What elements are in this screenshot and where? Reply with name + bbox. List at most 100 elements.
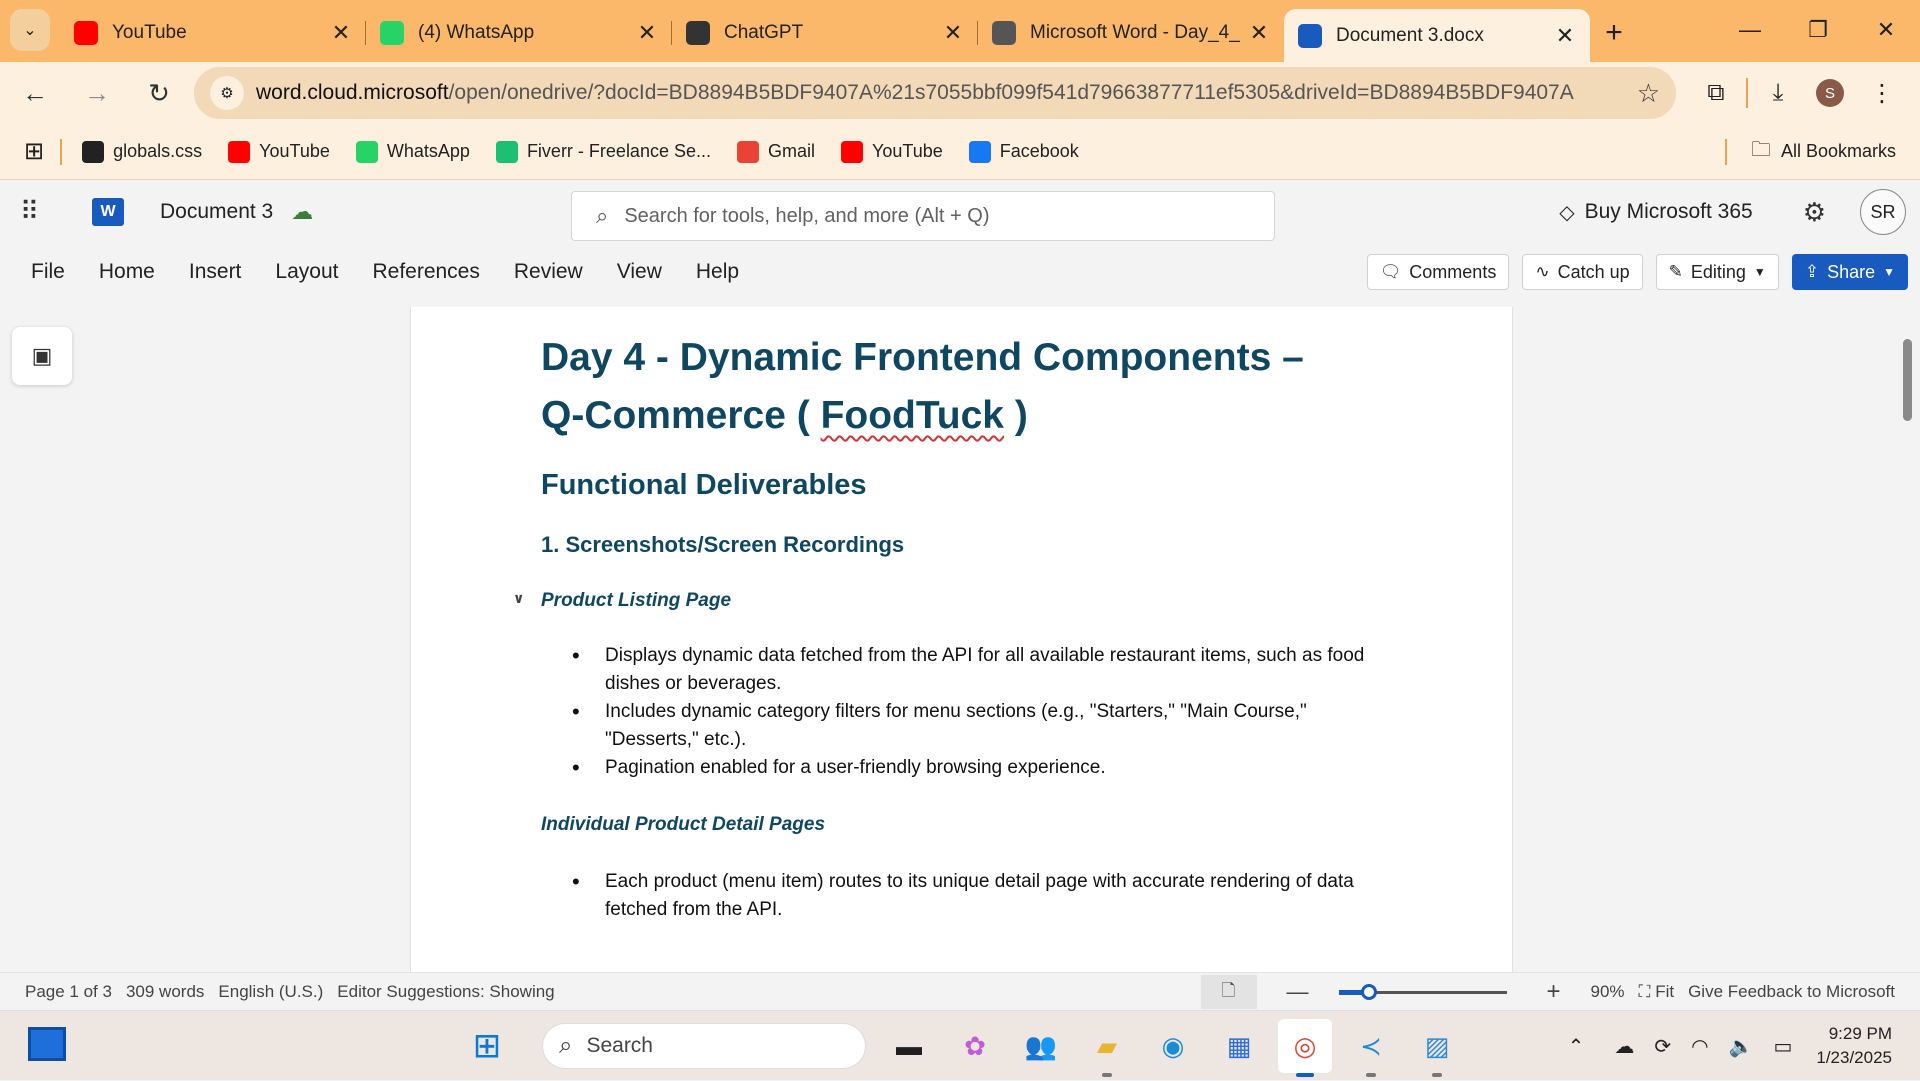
word-count[interactable]: 309 words [126,982,204,1002]
copilot-icon[interactable]: ✿ [948,1019,1002,1073]
bookmark-item[interactable]: YouTube [228,140,330,163]
page-count[interactable]: Page 1 of 3 [25,982,112,1002]
zoom-slider[interactable] [1338,983,1507,1000]
chrome-icon[interactable]: ◎ [1278,1019,1332,1077]
zoom-in-button[interactable]: + [1547,978,1561,1006]
browser-tab[interactable]: Document 3.docx ✕ [1284,9,1590,62]
wifi-icon[interactable]: ◠ [1691,1034,1708,1059]
clock[interactable]: 9:29 PM 1/23/2025 [1816,1022,1892,1070]
document-heading-2[interactable]: Functional Deliverables [541,469,1401,502]
apps-grid-icon[interactable]: ⊞ [24,137,44,166]
menu-tab-insert[interactable]: Insert [189,254,242,290]
volume-icon[interactable]: 🔈 [1729,1034,1754,1059]
onedrive-icon[interactable]: ☁ [1614,1034,1634,1059]
minimize-button[interactable]: — [1716,0,1784,60]
site-info-icon[interactable]: ⚙ [210,76,244,110]
vscode-icon[interactable]: ≺ [1344,1019,1398,1077]
new-tab-button[interactable]: + [1590,9,1638,57]
zoom-out-button[interactable]: — [1287,979,1309,1005]
browser-tab[interactable]: ChatGPT ✕ [672,9,978,57]
language-status[interactable]: English (U.S.) [218,982,323,1002]
sync-icon[interactable]: ⟳ [1654,1034,1671,1059]
browser-tab[interactable]: Microsoft Word - Day_4_ ✕ [978,9,1284,57]
reload-button[interactable]: ↻ [136,70,182,116]
close-icon[interactable]: ✕ [636,20,658,46]
zoom-percentage[interactable]: 90% [1591,982,1625,1002]
bookmark-item[interactable]: Gmail [737,140,815,163]
bullet-list[interactable]: Displays dynamic data fetched from the A… [572,642,1401,782]
menu-tab-help[interactable]: Help [696,254,739,290]
bookmark-star-icon[interactable]: ☆ [1637,78,1660,109]
menu-tab-file[interactable]: File [31,254,65,290]
bookmark-item[interactable]: globals.css [82,140,202,163]
close-icon[interactable]: ✕ [1248,20,1270,46]
all-bookmarks-button[interactable]: 🗀 All Bookmarks [1724,135,1896,169]
list-item[interactable]: Pagination enabled for a user-friendly b… [572,754,1401,782]
list-item[interactable]: Each product (menu item) routes to its u… [572,868,1401,924]
menu-tab-review[interactable]: Review [514,254,583,290]
gear-icon[interactable]: ⚙ [1803,197,1826,228]
menu-tab-view[interactable]: View [617,254,662,290]
word-logo[interactable]: W [92,197,124,226]
document-page[interactable]: Day 4 - Dynamic Frontend Components – Q-… [410,307,1513,972]
store-icon[interactable]: ▦ [1212,1019,1266,1073]
close-icon[interactable]: ✕ [942,20,964,46]
zoom-slider-handle[interactable] [1360,983,1377,1000]
chevron-up-icon[interactable]: ⌃ [1568,1034,1585,1059]
profile-button[interactable]: S [1804,70,1856,116]
omnibox[interactable]: ⚙ word.cloud.microsoft/open/onedrive/?do… [194,67,1676,119]
print-layout-view-button[interactable]: 🗋 [1200,975,1257,1009]
document-heading-1[interactable]: Day 4 - Dynamic Frontend Components – Q-… [541,329,1401,445]
tab-search-button[interactable]: ⌄ [10,9,50,51]
widgets-icon[interactable] [28,1027,66,1061]
menu-tab-home[interactable]: Home [99,254,155,290]
extensions-icon[interactable]: ⧉ [1690,70,1742,116]
user-avatar[interactable]: SR [1860,189,1906,235]
fit-button[interactable]: ⛶ Fit [1639,982,1675,1002]
catch-up-button[interactable]: ∿ Catch up [1522,254,1643,290]
bullet-list[interactable]: Each product (menu item) routes to its u… [572,868,1401,924]
section-heading[interactable]: ∨ Product Listing Page [513,590,1401,612]
bookmark-item[interactable]: Facebook [968,140,1079,163]
app-launcher-icon[interactable]: ⠿ [20,196,54,227]
bookmark-item[interactable]: WhatsApp [355,140,470,163]
feedback-link[interactable]: Give Feedback to Microsoft [1688,982,1895,1002]
spelling-flagged-word[interactable]: FoodTuck [821,394,1004,437]
close-icon[interactable]: ✕ [1554,23,1576,49]
editing-mode-button[interactable]: ✎ Editing ▼ [1655,254,1779,290]
search-input[interactable]: ⌕ Search for tools, help, and more (Alt … [571,191,1275,241]
edge-icon[interactable]: ◉ [1146,1019,1200,1073]
buy-microsoft-365-button[interactable]: ◇ Buy Microsoft 365 [1559,200,1752,225]
document-title[interactable]: Document 3 [160,200,273,224]
more-menu-icon[interactable]: ⋮ [1856,70,1908,116]
bookmark-item[interactable]: YouTube [841,140,943,163]
browser-tab[interactable]: (4) WhatsApp ✕ [366,9,672,57]
section-heading[interactable]: Individual Product Detail Pages [541,814,1401,836]
comments-button[interactable]: 🗨 Comments [1366,254,1510,290]
start-button[interactable]: ⊞ [460,1019,514,1073]
cloud-saved-icon[interactable]: ☁ [291,199,313,225]
restore-button[interactable]: ❐ [1784,0,1852,60]
close-window-button[interactable]: ✕ [1852,0,1920,60]
editor-status[interactable]: Editor Suggestions: Showing [337,982,554,1002]
url-text[interactable]: word.cloud.microsoft/open/onedrive/?docI… [256,81,1627,105]
task-view-icon[interactable]: ▬ [882,1019,936,1073]
collapse-chevron-icon[interactable]: ∨ [513,590,524,607]
download-icon[interactable]: ⤓ [1752,70,1804,116]
list-item[interactable]: Includes dynamic category filters for me… [572,698,1401,754]
menu-tab-layout[interactable]: Layout [275,254,338,290]
forward-button[interactable]: → [74,70,120,116]
navigation-pane-button[interactable]: ▣ [12,327,72,385]
scrollbar-thumb[interactable] [1903,339,1912,421]
back-button[interactable]: ← [12,70,58,116]
battery-icon[interactable]: ▭ [1773,1034,1792,1059]
close-icon[interactable]: ✕ [330,20,352,46]
menu-tab-references[interactable]: References [372,254,479,290]
document-heading-3[interactable]: 1. Screenshots/Screen Recordings [541,532,1401,558]
list-item[interactable]: Displays dynamic data fetched from the A… [572,642,1401,698]
bookmark-item[interactable]: Fiverr - Freelance Se... [495,140,711,163]
photos-icon[interactable]: ▨ [1410,1019,1464,1077]
taskbar-search[interactable]: ⌕ Search [542,1023,866,1069]
file-explorer-icon[interactable]: ▰ [1080,1019,1134,1077]
document-body[interactable]: Day 4 - Dynamic Frontend Components – Q-… [513,329,1401,924]
